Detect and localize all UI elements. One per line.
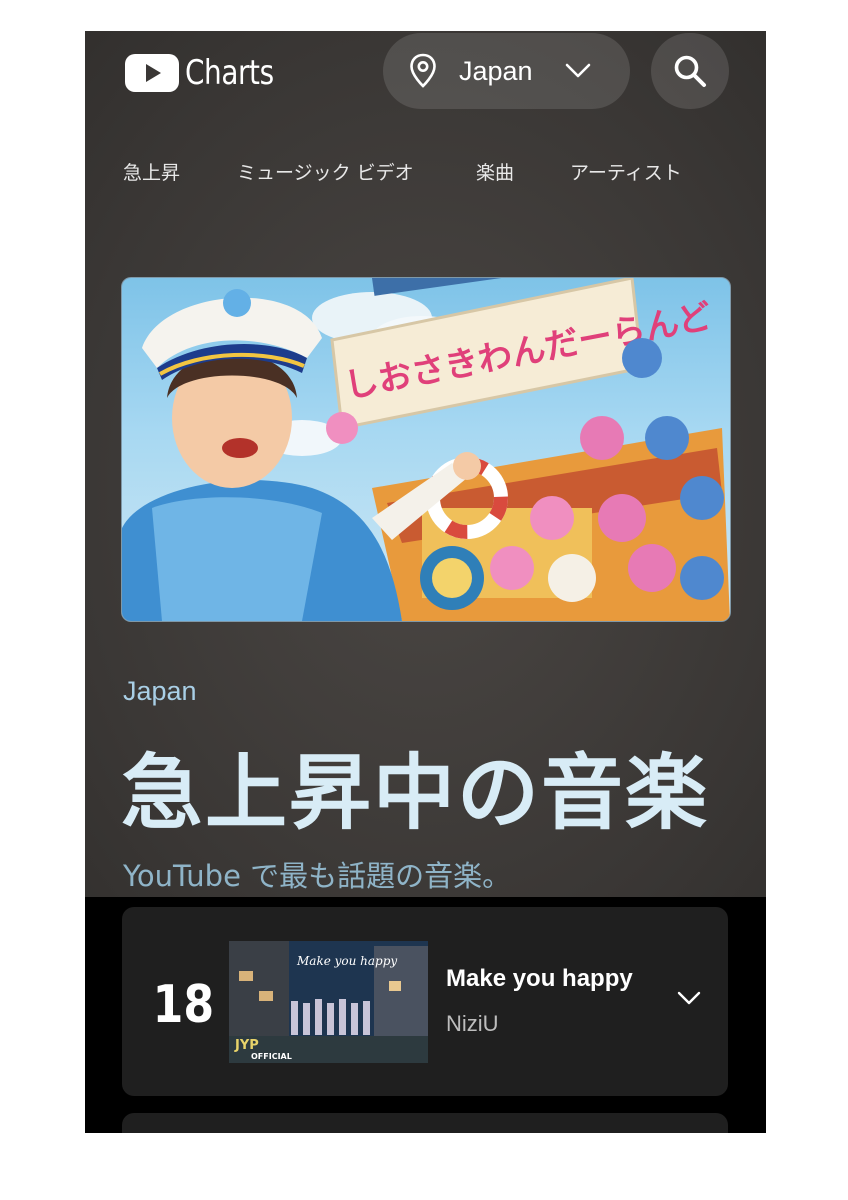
chevron-down-icon [565, 63, 590, 78]
search-icon [674, 55, 706, 87]
chart-list: 18 Make you happy JYP OFFICIAL Make you … [85, 897, 766, 1133]
hero-illustration: しおさきわんだーらんど [122, 278, 730, 621]
tab-trending[interactable]: 急上昇 [123, 158, 180, 185]
chart-tabs: 急上昇 ミュージック ビデオ 楽曲 アーティスト [85, 158, 766, 188]
page-subtitle: YouTube で最も話題の音楽。 [123, 859, 512, 893]
chart-row[interactable]: 18 Make you happy JYP OFFICIAL Make you … [122, 907, 728, 1096]
page-title: 急上昇中の音楽 [121, 746, 710, 841]
thumbnail-image: Make you happy JYP OFFICIAL [229, 941, 428, 1063]
chart-row[interactable] [122, 1113, 728, 1133]
search-button[interactable] [651, 33, 729, 109]
thumbnail-logo-sub: OFFICIAL [251, 1052, 292, 1061]
tab-music-videos[interactable]: ミュージック ビデオ [237, 158, 414, 185]
youtube-charts-logo[interactable]: Charts [125, 53, 293, 93]
country-value: Japan [459, 55, 533, 86]
rank-number: 18 [152, 975, 215, 1035]
tab-artists[interactable]: アーティスト [570, 158, 682, 185]
region-label: Japan [123, 676, 197, 706]
tab-songs[interactable]: 楽曲 [476, 158, 514, 185]
thumbnail-title: Make you happy [296, 954, 397, 968]
video-thumbnail[interactable]: Make you happy JYP OFFICIAL [229, 941, 428, 1063]
hero-thumbnail[interactable]: しおさきわんだーらんど [121, 277, 731, 622]
logo-text: Charts [185, 53, 274, 93]
thumbnail-logo: JYP [234, 1038, 259, 1053]
artist-name[interactable]: NiziU [446, 1011, 499, 1037]
chevron-down-icon[interactable] [676, 987, 702, 1009]
location-pin-icon [410, 53, 436, 88]
app-screen: Charts Japan 急上昇 ミュージック ビデオ 楽曲 アーティスト しお… [85, 31, 766, 1133]
country-selector[interactable]: Japan [383, 33, 630, 109]
song-title[interactable]: Make you happy [446, 965, 633, 993]
youtube-logo-icon [125, 54, 179, 92]
